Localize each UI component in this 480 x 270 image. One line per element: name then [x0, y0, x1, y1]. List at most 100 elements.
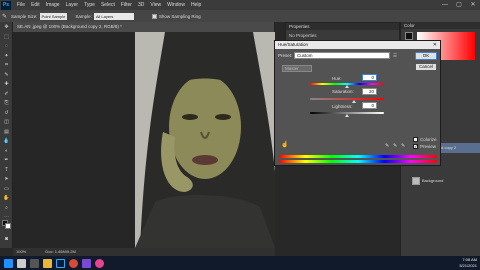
- color-fg-swatch[interactable]: [405, 32, 413, 40]
- maximize-icon[interactable]: ▢: [452, 0, 466, 10]
- canvas-area[interactable]: [13, 32, 275, 248]
- menu-type[interactable]: Type: [84, 2, 95, 8]
- menu-image[interactable]: Image: [46, 2, 60, 8]
- blur-tool-icon[interactable]: 💧: [2, 138, 11, 145]
- menu-file[interactable]: File: [17, 2, 25, 8]
- dodge-tool-icon[interactable]: ◐: [2, 148, 11, 155]
- crop-tool-icon[interactable]: ⌗: [2, 62, 11, 69]
- lightness-input[interactable]: 0: [362, 102, 377, 109]
- ok-button[interactable]: OK: [415, 52, 437, 60]
- saturation-slider[interactable]: [310, 98, 384, 100]
- dialog-close-icon[interactable]: ✕: [433, 41, 437, 49]
- menu-help[interactable]: Help: [191, 2, 201, 8]
- hue-input[interactable]: 0: [362, 74, 377, 81]
- task-view-icon[interactable]: [30, 258, 39, 268]
- windows-start-icon[interactable]: [4, 258, 13, 268]
- zoom-level[interactable]: 100%: [16, 249, 26, 254]
- quick-select-tool-icon[interactable]: ✦: [2, 53, 11, 60]
- pen-tool-icon[interactable]: ✒: [2, 157, 11, 164]
- sample-size-select[interactable]: Point Sample: [39, 12, 68, 20]
- move-tool-icon[interactable]: ✥: [2, 24, 11, 31]
- menu-view[interactable]: View: [150, 2, 161, 8]
- clock-date: 3/21/2021: [459, 263, 477, 268]
- eyedropper-icon[interactable]: ✎: [2, 13, 7, 20]
- sample-label: Sample:: [75, 13, 92, 19]
- show-ring-label: Show Sampling Ring: [158, 13, 201, 19]
- sample-size-label: Sample Size:: [11, 13, 38, 19]
- hue-label: Hue:: [332, 76, 342, 81]
- hue-saturation-dialog: Hue/Saturation ✕ Preset: Custom ☰ OK Can…: [274, 40, 441, 166]
- brush-tool-icon[interactable]: ✐: [2, 91, 11, 98]
- marquee-tool-icon[interactable]: ⬚: [2, 34, 11, 41]
- shape-tool-icon[interactable]: ▭: [2, 186, 11, 193]
- search-icon[interactable]: [17, 258, 26, 268]
- hand-adjust-icon[interactable]: ☝: [281, 141, 288, 148]
- colorize-label: Colorize: [420, 137, 437, 142]
- close-icon[interactable]: ✕: [466, 0, 480, 10]
- menu-select[interactable]: Select: [101, 2, 115, 8]
- minimize-icon[interactable]: —: [438, 0, 452, 10]
- file-explorer-icon[interactable]: [43, 258, 52, 268]
- menu-window[interactable]: Window: [167, 2, 185, 8]
- hand-tool-icon[interactable]: ✋: [2, 195, 11, 202]
- document-tab[interactable]: SE.AN .jpeg @ 100% (Background copy 2, R…: [13, 22, 275, 32]
- saturation-label: Saturation:: [332, 89, 354, 94]
- zoom-tool-icon[interactable]: ⌕: [2, 205, 11, 212]
- photoshop-taskbar-icon[interactable]: [56, 258, 65, 268]
- background-color-swatch[interactable]: [5, 223, 11, 229]
- dialog-titlebar[interactable]: Hue/Saturation ✕: [275, 41, 440, 49]
- windows-taskbar: 7:08 AM 3/21/2021: [0, 256, 480, 270]
- eyedropper-icon[interactable]: ✎: [385, 143, 389, 149]
- sample-select[interactable]: All Layers: [93, 12, 134, 20]
- saturation-input[interactable]: 20: [362, 88, 377, 95]
- quick-mask-icon[interactable]: ◙: [2, 236, 11, 243]
- menu-layer[interactable]: Layer: [66, 2, 79, 8]
- menu-bar: Ps File Edit Image Layer Type Select Fil…: [0, 0, 480, 10]
- document-image: [135, 32, 275, 248]
- menu-edit[interactable]: Edit: [31, 2, 40, 8]
- color-range-bar-bottom: [279, 160, 437, 163]
- menu-filter[interactable]: Filter: [121, 2, 132, 8]
- eyedropper-minus-icon[interactable]: ✎: [401, 143, 405, 149]
- channel-select[interactable]: Master: [282, 65, 312, 72]
- doc-size: Doc: 1.46M/5.2M: [45, 249, 76, 254]
- healing-tool-icon[interactable]: ✚: [2, 81, 11, 88]
- saturation-slider-thumb[interactable]: [352, 100, 356, 103]
- type-tool-icon[interactable]: T: [2, 167, 11, 174]
- preview-label: Preview: [420, 144, 437, 149]
- colorize-checkbox[interactable]: [413, 137, 418, 142]
- eyedropper-plus-icon[interactable]: ✎: [393, 143, 397, 149]
- preset-select[interactable]: Custom: [294, 52, 390, 59]
- preset-label: Preset:: [278, 53, 293, 58]
- status-bar: 100% Doc: 1.46M/5.2M: [13, 248, 275, 256]
- system-clock[interactable]: 7:08 AM 3/21/2021: [459, 256, 477, 270]
- options-bar: ✎ Sample Size: Point Sample Sample: All …: [0, 10, 480, 22]
- layer-row[interactable]: Background: [400, 176, 480, 186]
- chrome-icon[interactable]: [69, 258, 78, 268]
- photoshop-logo: Ps: [1, 0, 11, 10]
- lightness-slider-thumb[interactable]: [345, 114, 349, 117]
- path-select-icon[interactable]: ➤: [2, 176, 11, 183]
- gradient-tool-icon[interactable]: ▤: [2, 129, 11, 136]
- cancel-button[interactable]: Cancel: [415, 63, 437, 71]
- portrait-photo: [135, 32, 275, 248]
- lasso-tool-icon[interactable]: ◌: [2, 43, 11, 50]
- clone-tool-icon[interactable]: ⎘: [2, 100, 11, 107]
- lightness-label: Lightness:: [332, 104, 353, 109]
- menu-3d[interactable]: 3D: [138, 2, 144, 8]
- properties-title: Properties: [286, 23, 399, 30]
- history-brush-icon[interactable]: ↺: [2, 110, 11, 117]
- preview-checkbox[interactable]: ✓: [413, 144, 418, 149]
- layer-thumbnail: [412, 177, 420, 185]
- eyedropper-tool-icon[interactable]: ✎: [2, 72, 11, 79]
- preset-options-icon[interactable]: ☰: [393, 53, 397, 59]
- app-icon[interactable]: [95, 258, 104, 268]
- hue-slider-thumb[interactable]: [345, 85, 349, 88]
- dialog-title: Hue/Saturation: [278, 42, 309, 47]
- eraser-tool-icon[interactable]: ◫: [2, 119, 11, 126]
- tools-panel: ✥ ⬚ ◌ ✦ ⌗ ✎ ✚ ✐ ⎘ ↺ ◫ ▤ 💧 ◐ ✒ T ➤ ▭ ✋ ⌕ …: [0, 22, 13, 248]
- color-panel-tab[interactable]: Color: [401, 22, 480, 29]
- app-icon[interactable]: [82, 258, 91, 268]
- show-ring-checkbox[interactable]: [151, 13, 157, 19]
- color-range-bar-top: [279, 155, 437, 158]
